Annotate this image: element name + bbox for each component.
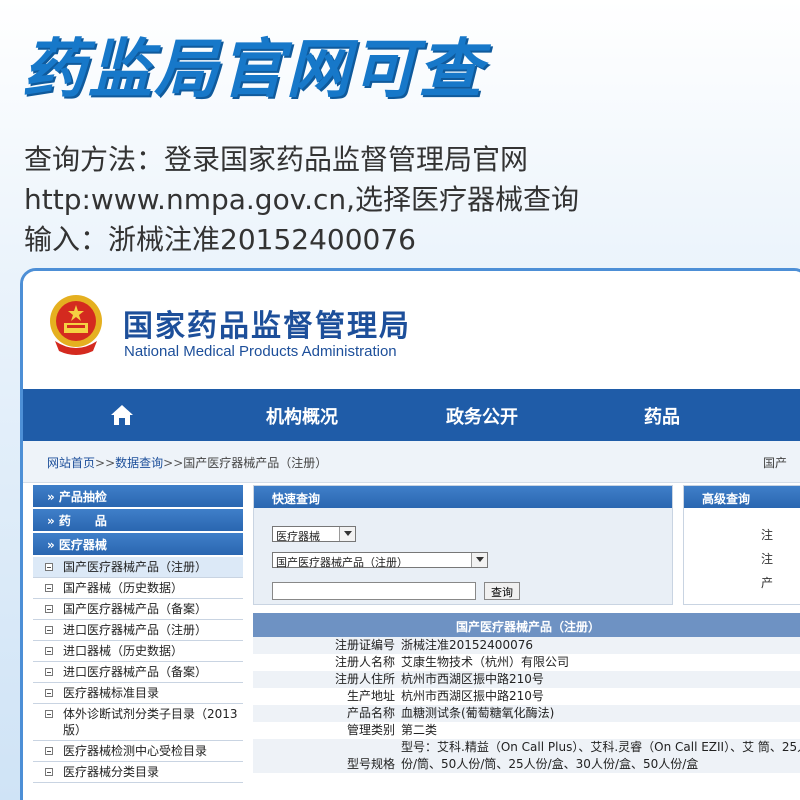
breadcrumb-separator: >>: [163, 456, 184, 470]
promo-headline: 药监局官网可查: [22, 33, 484, 107]
sidebar-item-standards[interactable]: 医疗器械标准目录: [33, 683, 243, 704]
search-button[interactable]: 查询: [484, 582, 520, 600]
main-nav: 机构概况 政务公开 药品: [23, 389, 800, 441]
nav-item-about[interactable]: 机构概况: [266, 403, 338, 429]
sidebar-item-import-filed[interactable]: 进口医疗器械产品（备案）: [33, 662, 243, 683]
expand-box-icon: [45, 689, 53, 697]
sidebar-item-domestic-history[interactable]: 国产器械（历史数据）: [33, 578, 243, 599]
expand-box-icon: [45, 626, 53, 634]
advanced-search-label: 注: [761, 552, 774, 566]
sidebar-item-domestic-registered[interactable]: 国产医疗器械产品（注册）: [33, 557, 243, 578]
instruction-line-method: 查询方法：登录国家药品监督管理局官网: [24, 143, 529, 176]
quick-search-title: 快速查询: [254, 486, 672, 508]
national-emblem-icon: [47, 293, 105, 357]
site-subtitle: National Medical Products Administration: [124, 343, 397, 360]
expand-box-icon: [45, 647, 53, 655]
sidebar-item-test-center[interactable]: 医疗器械检测中心受检目录: [33, 741, 243, 762]
expand-box-icon: [45, 768, 53, 776]
chevron-down-icon: [471, 553, 487, 567]
sidebar-header-devices[interactable]: » 医疗器械: [33, 533, 243, 555]
sidebar-item-import-registered[interactable]: 进口医疗器械产品（注册）: [33, 620, 243, 641]
breadcrumb-current: 国产医疗器械产品（注册）: [183, 456, 328, 470]
sidebar: » 产品抽检 » 药 品 » 医疗器械 国产医疗器械产品（注册） 国产器械（历史…: [33, 485, 243, 783]
advanced-search-label: 注: [761, 528, 774, 542]
nav-item-gov-info[interactable]: 政务公开: [446, 403, 518, 429]
instruction-line-input: 输入：浙械注准20152400076: [24, 223, 416, 256]
sidebar-item-import-history[interactable]: 进口器械（历史数据）: [33, 641, 243, 662]
result-row-category: 管理类别 第二类: [346, 723, 438, 737]
expand-box-icon: [45, 747, 53, 755]
expand-box-icon: [45, 563, 53, 571]
expand-box-icon: [45, 605, 53, 613]
expand-box-icon: [45, 668, 53, 676]
result-row-registrant: 注册人名称 艾康生物技术（杭州）有限公司: [334, 655, 570, 669]
sidebar-item-domestic-filed[interactable]: 国产医疗器械产品（备案）: [33, 599, 243, 620]
advanced-search-label: 产: [761, 576, 774, 590]
sidebar-item-ivd-catalog[interactable]: 体外诊断试剂分类子目录（2013版）: [33, 704, 243, 741]
result-rows: 注册证编号 浙械注准20152400076 注册人名称 艾康生物技术（杭州）有限公司…: [253, 637, 800, 773]
site-title: 国家药品监督管理局: [123, 309, 411, 344]
result-row-model-spec: 型号规格 型号：艾科.精益（On Call Plus）、艾科.灵睿（On Call…: [253, 739, 800, 773]
sidebar-item-classification[interactable]: 医疗器械分类目录: [33, 762, 243, 783]
breadcrumb-right-text: 国产: [763, 456, 788, 470]
advanced-search-panel: 高级查询 注 注 产: [683, 485, 800, 605]
chevron-down-icon: [339, 527, 355, 541]
advanced-search-title: 高级查询: [684, 486, 800, 508]
breadcrumb: 网站首页>>数据查询>>国产医疗器械产品（注册） 国产: [23, 441, 800, 483]
result-row-registrant-address: 注册人住所 杭州市西湖区振中路210号: [253, 671, 800, 688]
database-select[interactable]: 国产医疗器械产品（注册）: [272, 552, 488, 569]
instruction-line-url: http:www.nmpa.gov.cn,选择医疗器械查询: [24, 183, 580, 216]
search-input[interactable]: [272, 582, 476, 600]
result-table: 国产医疗器械产品（注册） 注册证编号 浙械注准20152400076 注册人名称艾…: [253, 613, 800, 773]
expand-box-icon: [45, 584, 53, 592]
result-table-title: 国产医疗器械产品（注册）: [253, 613, 800, 637]
breadcrumb-data-query-link[interactable]: 数据查询: [115, 456, 163, 470]
expand-box-icon: [45, 710, 53, 718]
nav-item-drugs[interactable]: 药品: [644, 403, 680, 429]
instructions: 查询方法：登录国家药品监督管理局官网 http:www.nmpa.gov.cn,…: [24, 140, 579, 260]
site-header: 国家药品监督管理局 National Medical Products Admi…: [23, 271, 800, 389]
quick-search-panel: 快速查询 医疗器械 国产医疗器械产品（注册） 查询: [253, 485, 673, 605]
sidebar-header-drugs[interactable]: » 药 品: [33, 509, 243, 531]
result-row-production-address: 生产地址 杭州市西湖区振中路210号: [346, 689, 544, 703]
website-screenshot: 国家药品监督管理局 National Medical Products Admi…: [20, 268, 800, 800]
home-icon[interactable]: [109, 402, 135, 428]
breadcrumb-separator: >>: [95, 456, 116, 470]
breadcrumb-home-link[interactable]: 网站首页: [47, 456, 95, 470]
result-row-reg-no: 注册证编号 浙械注准20152400076: [253, 637, 800, 654]
result-row-product-name: 产品名称 血糖测试条(葡萄糖氧化酶法): [253, 705, 800, 722]
category-select[interactable]: 医疗器械: [272, 526, 356, 543]
sidebar-header-inspection[interactable]: » 产品抽检: [33, 485, 243, 507]
